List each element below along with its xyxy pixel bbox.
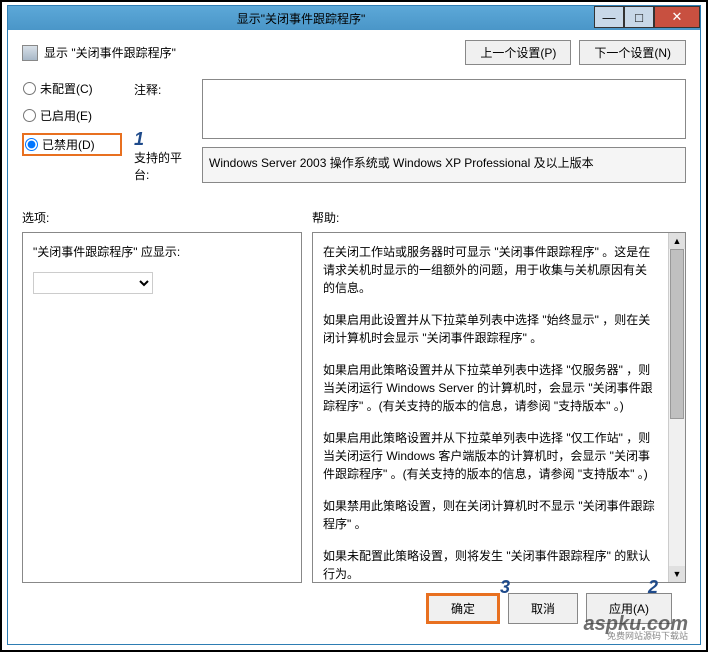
annotation-2: 2 bbox=[648, 577, 658, 598]
cancel-button[interactable]: 取消 bbox=[508, 593, 578, 624]
scroll-down-arrow-icon[interactable]: ▼ bbox=[669, 566, 685, 582]
help-paragraph: 如果启用此策略设置并从下拉菜单列表中选择 "仅工作站" ，则当关闭运行 Wind… bbox=[323, 429, 657, 483]
radio-disabled[interactable]: 已禁用(D) bbox=[22, 133, 122, 156]
radio-disabled-label: 已禁用(D) bbox=[42, 136, 95, 153]
maximize-button[interactable]: □ bbox=[624, 6, 654, 28]
options-display-label: "关闭事件跟踪程序" 应显示: bbox=[33, 243, 291, 260]
scroll-thumb[interactable] bbox=[670, 249, 684, 419]
radio-not-configured[interactable]: 未配置(C) bbox=[22, 79, 122, 98]
radio-enabled-input[interactable] bbox=[23, 109, 36, 122]
platform-label: 支持的平台: bbox=[134, 147, 194, 183]
help-paragraph: 如果启用此设置并从下拉菜单列表中选择 "始终显示" ，则在关闭计算机时会显示 "… bbox=[323, 311, 657, 347]
radio-enabled-label: 已启用(E) bbox=[40, 107, 92, 124]
help-paragraph: 如果启用此策略设置并从下拉菜单列表中选择 "仅服务器" ，则当关闭运行 Wind… bbox=[323, 361, 657, 415]
prev-setting-button[interactable]: 上一个设置(P) bbox=[465, 40, 571, 65]
radio-enabled[interactable]: 已启用(E) bbox=[22, 106, 122, 125]
help-paragraph: 如果禁用此策略设置，则在关闭计算机时不显示 "关闭事件跟踪程序" 。 bbox=[323, 497, 657, 533]
next-setting-button[interactable]: 下一个设置(N) bbox=[579, 40, 686, 65]
help-paragraph: 如果未配置此策略设置，则将发生 "关闭事件跟踪程序" 的默认行为。 bbox=[323, 547, 657, 583]
titlebar: 显示"关闭事件跟踪程序" — □ ✕ bbox=[8, 6, 700, 30]
annotation-1: 1 bbox=[134, 129, 144, 150]
help-paragraph: 在关闭工作站或服务器时可显示 "关闭事件跟踪程序" 。这是在请求关机时显示的一组… bbox=[323, 243, 657, 297]
radio-not-configured-input[interactable] bbox=[23, 82, 36, 95]
help-scrollbar[interactable]: ▲ ▼ bbox=[668, 233, 685, 582]
ok-button[interactable]: 确定 bbox=[426, 593, 500, 624]
apply-button[interactable]: 应用(A) bbox=[586, 593, 672, 624]
radio-disabled-input[interactable] bbox=[25, 138, 38, 151]
window-title: 显示"关闭事件跟踪程序" bbox=[8, 10, 594, 27]
annotation-3: 3 bbox=[500, 577, 510, 598]
options-panel: "关闭事件跟踪程序" 应显示: bbox=[22, 232, 302, 583]
options-section-label: 选项: bbox=[22, 209, 312, 226]
close-button[interactable]: ✕ bbox=[654, 6, 700, 28]
display-dropdown[interactable] bbox=[33, 272, 153, 294]
radio-not-configured-label: 未配置(C) bbox=[40, 80, 93, 97]
page-title: 显示 "关闭事件跟踪程序" bbox=[44, 44, 176, 61]
comment-label: 注释: bbox=[134, 79, 194, 98]
platform-text: Windows Server 2003 操作系统或 Windows XP Pro… bbox=[202, 147, 686, 183]
help-panel: 在关闭工作站或服务器时可显示 "关闭事件跟踪程序" 。这是在请求关机时显示的一组… bbox=[312, 232, 686, 583]
help-section-label: 帮助: bbox=[312, 209, 686, 226]
scroll-up-arrow-icon[interactable]: ▲ bbox=[669, 233, 685, 249]
minimize-button[interactable]: — bbox=[594, 6, 624, 28]
policy-icon bbox=[22, 45, 38, 61]
comment-textarea[interactable] bbox=[202, 79, 686, 139]
